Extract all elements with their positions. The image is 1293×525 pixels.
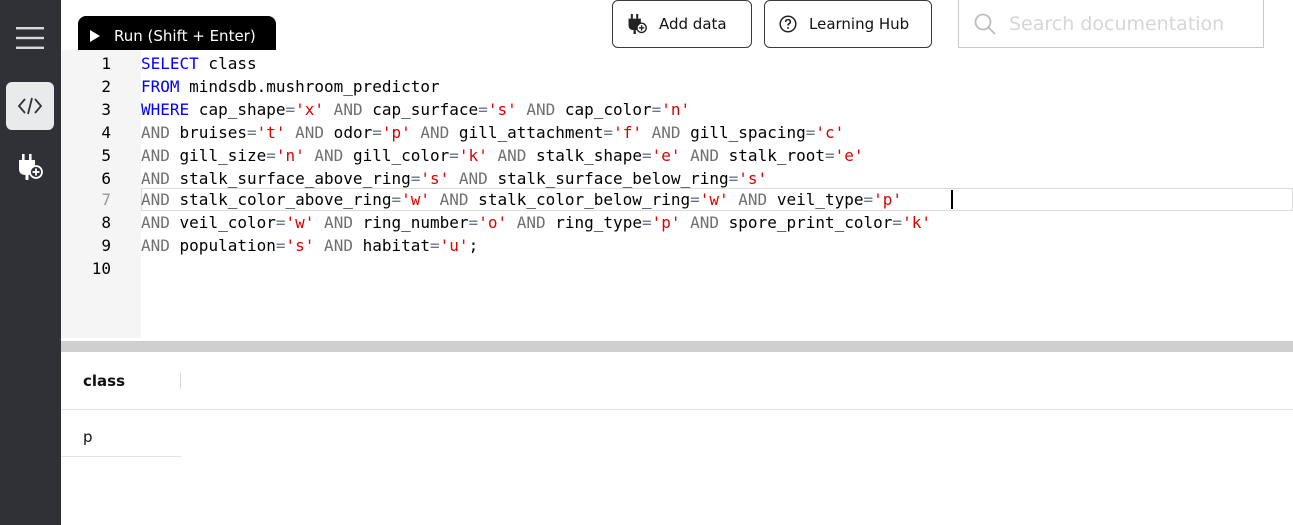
text-caret [951, 190, 953, 209]
learning-hub-button[interactable]: Learning Hub [764, 0, 932, 48]
line-number: 6 [101, 169, 111, 188]
plug-icon [627, 13, 647, 35]
add-data-label: Add data [659, 15, 727, 33]
search-box [958, 0, 1264, 48]
line-number: 4 [101, 123, 111, 142]
line-number: 5 [101, 146, 111, 165]
code-line: AND population='s' AND habitat='u'; [141, 236, 479, 255]
code-line: AND stalk_color_above_ring='w' AND stalk… [141, 190, 903, 209]
line-number: 10 [91, 259, 111, 278]
line-number: 8 [101, 213, 111, 232]
resize-splitter[interactable] [61, 341, 1293, 352]
column-resize-handle[interactable] [180, 373, 181, 389]
code-line: SELECT class [141, 54, 257, 73]
plug-icon [19, 154, 43, 180]
column-header-class[interactable]: class [83, 372, 125, 390]
table-header: class [61, 352, 1293, 410]
line-number: 1 [101, 54, 111, 73]
menu-icon [16, 27, 44, 49]
code-line: AND gill_size='n' AND gill_color='k' AND… [141, 146, 864, 165]
search-input[interactable] [1009, 12, 1249, 35]
search-icon [974, 13, 996, 35]
sidebar-item-data[interactable] [6, 143, 54, 191]
run-button-label: Run (Shift + Enter) [114, 27, 256, 45]
line-number-gutter: 1 2 3 4 5 6 7 8 9 10 [61, 50, 141, 338]
sql-editor[interactable]: 1 2 3 4 5 6 7 8 9 10 SELECT class FROM m… [61, 50, 1293, 340]
code-line: AND veil_color='w' AND ring_number='o' A… [141, 213, 931, 232]
line-number: 3 [101, 100, 111, 119]
menu-button[interactable] [6, 14, 54, 62]
table-cell: p [83, 428, 93, 446]
left-sidebar [0, 0, 61, 525]
results-table: class p [61, 352, 1293, 525]
code-line: WHERE cap_shape='x' AND cap_surface='s' … [141, 100, 691, 119]
help-icon [779, 15, 797, 33]
code-line: AND bruises='t' AND odor='p' AND gill_at… [141, 123, 845, 142]
sidebar-item-editor[interactable] [6, 82, 54, 130]
learning-hub-label: Learning Hub [809, 15, 910, 33]
code-icon [17, 97, 43, 115]
code-line: AND stalk_surface_above_ring='s' AND sta… [141, 169, 768, 188]
line-number: 7 [101, 190, 111, 209]
add-data-button[interactable]: Add data [612, 0, 752, 48]
line-number: 2 [101, 77, 111, 96]
play-icon [90, 30, 100, 42]
code-line: FROM mindsdb.mushroom_predictor [141, 77, 440, 96]
row-divider [61, 456, 181, 457]
line-number: 9 [101, 236, 111, 255]
